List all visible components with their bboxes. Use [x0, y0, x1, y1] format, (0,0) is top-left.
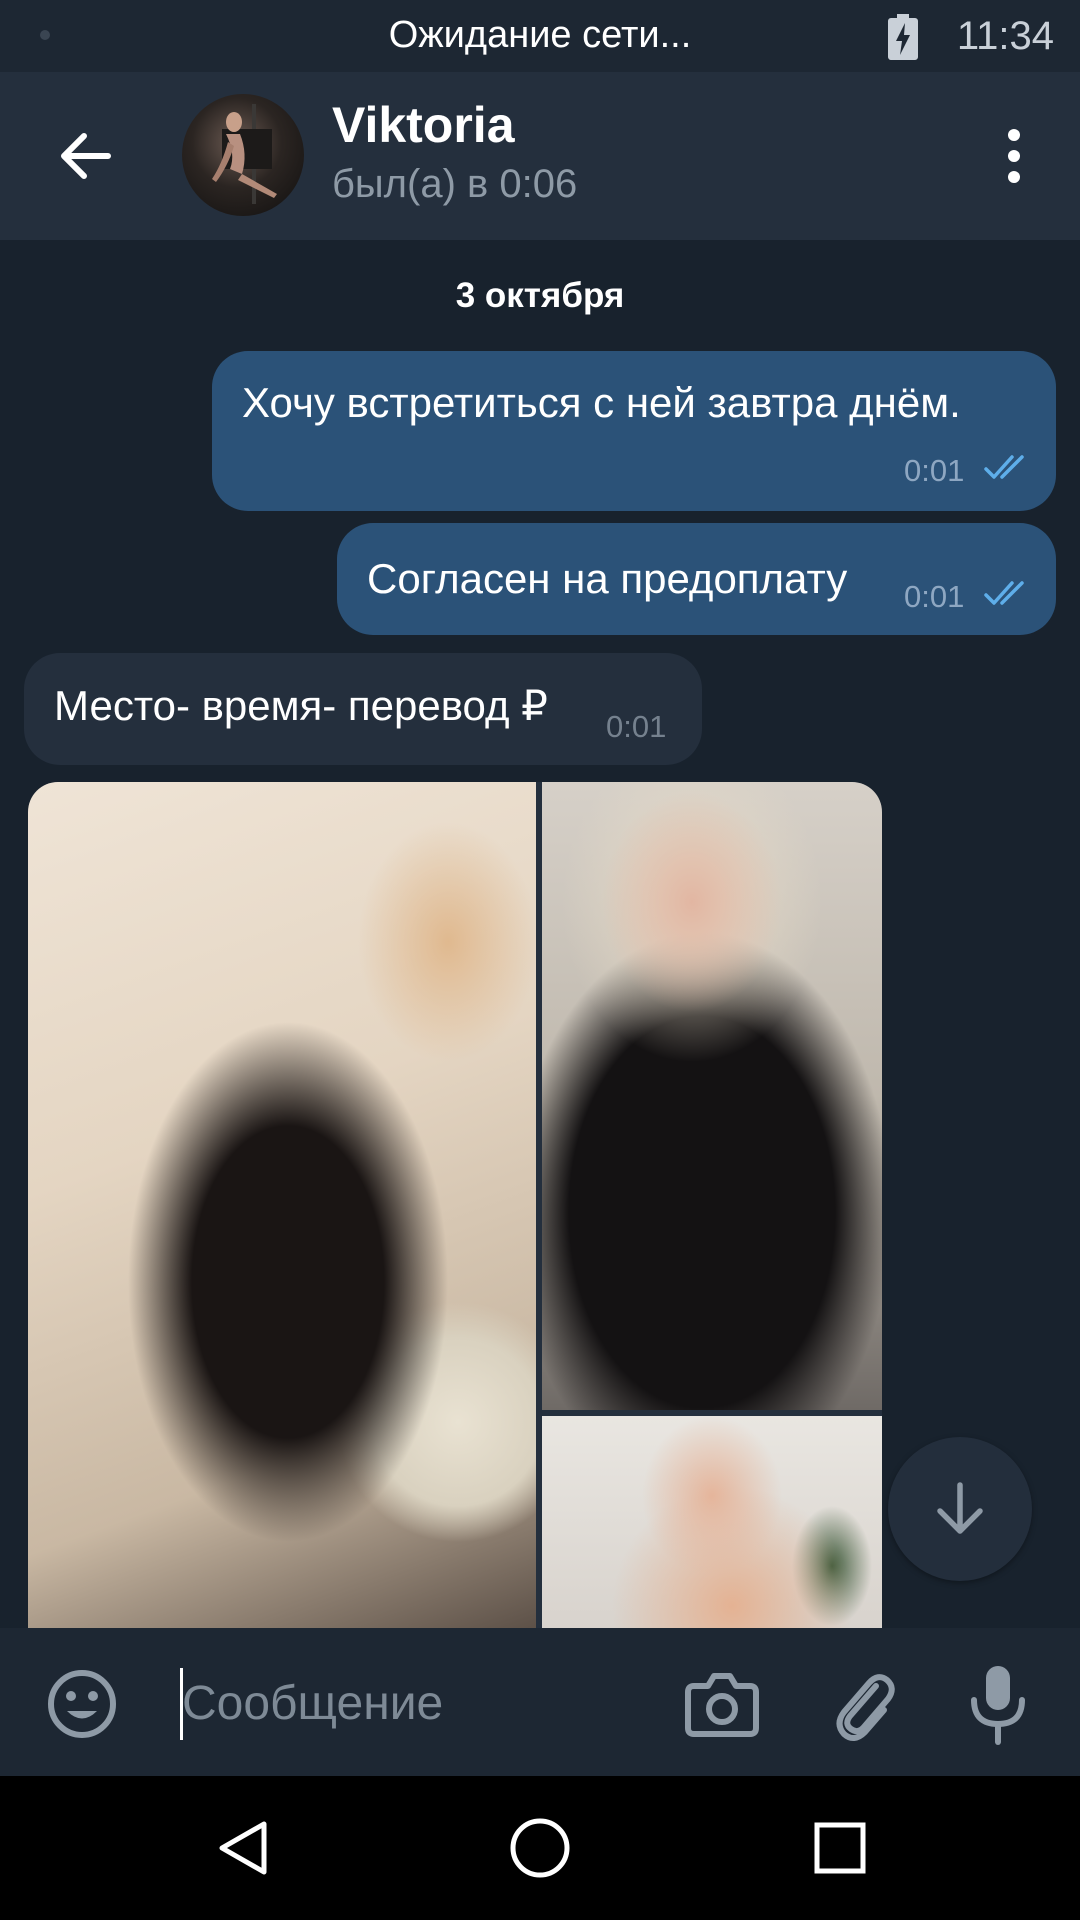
- chat-header: Viktoria был(а) в 0:06: [0, 72, 1080, 240]
- avatar-image: [212, 104, 277, 204]
- status-bar: Ожидание сети... 11:34: [0, 0, 1080, 72]
- more-vertical-icon-dot: [1008, 171, 1020, 183]
- message-text: Хочу встретиться с ней завтра днём.: [242, 379, 961, 426]
- nav-back-button[interactable]: [206, 1812, 278, 1884]
- date-separator: 3 октября: [455, 276, 625, 315]
- message-input[interactable]: [182, 1658, 662, 1748]
- nav-home-button[interactable]: [504, 1812, 576, 1884]
- double-check-icon: [984, 455, 1024, 479]
- back-button[interactable]: [40, 116, 130, 196]
- contact-name[interactable]: Viktoria: [332, 96, 515, 154]
- message-text: Место- время- перевод ₽: [54, 682, 548, 729]
- message-time: 0:01: [904, 453, 965, 488]
- more-options-button[interactable]: [984, 116, 1044, 196]
- message-time: 0:01: [606, 709, 667, 744]
- more-vertical-icon-dot: [1008, 150, 1020, 162]
- network-status: Ожидание сети...: [388, 14, 692, 56]
- scroll-to-bottom-button[interactable]: [888, 1437, 1032, 1581]
- message-composer: [0, 1628, 1080, 1776]
- contact-avatar[interactable]: [182, 94, 304, 216]
- microphone-icon[interactable]: [968, 1662, 1028, 1746]
- outgoing-message[interactable]: Хочу встретиться с ней завтра днём. 0:01: [212, 351, 1056, 511]
- system-navigation-bar: [0, 1776, 1080, 1920]
- paperclip-icon[interactable]: [832, 1666, 896, 1742]
- message-list[interactable]: 3 октября Хочу встретиться с ней завтра …: [0, 240, 1080, 1628]
- photo-album[interactable]: [28, 782, 882, 1628]
- nav-recents-button[interactable]: [804, 1812, 876, 1884]
- last-seen-status: был(а) в 0:06: [332, 162, 578, 206]
- nav-recents-square-icon: [814, 1822, 866, 1874]
- incoming-message[interactable]: Место- время- перевод ₽ 0:01: [24, 653, 702, 765]
- outgoing-message[interactable]: Согласен на предоплату 0:01: [337, 523, 1056, 635]
- message-time: 0:01: [904, 579, 965, 614]
- album-photo[interactable]: [28, 782, 536, 1628]
- album-photo[interactable]: [542, 782, 882, 1410]
- more-vertical-icon-dot: [1008, 129, 1020, 141]
- smile-icon[interactable]: [46, 1668, 118, 1740]
- battery-charging-icon: [888, 14, 918, 60]
- nav-home-circle-icon: [510, 1818, 570, 1878]
- message-text: Согласен на предоплату: [367, 555, 848, 602]
- album-photo[interactable]: [542, 1416, 882, 1628]
- nav-back-triangle-icon: [219, 1821, 267, 1875]
- clock: 11:34: [956, 14, 1054, 58]
- double-check-icon: [984, 581, 1024, 605]
- arrow-left-icon: [61, 133, 111, 179]
- camera-icon[interactable]: [684, 1668, 760, 1740]
- arrow-down-icon: [937, 1482, 983, 1534]
